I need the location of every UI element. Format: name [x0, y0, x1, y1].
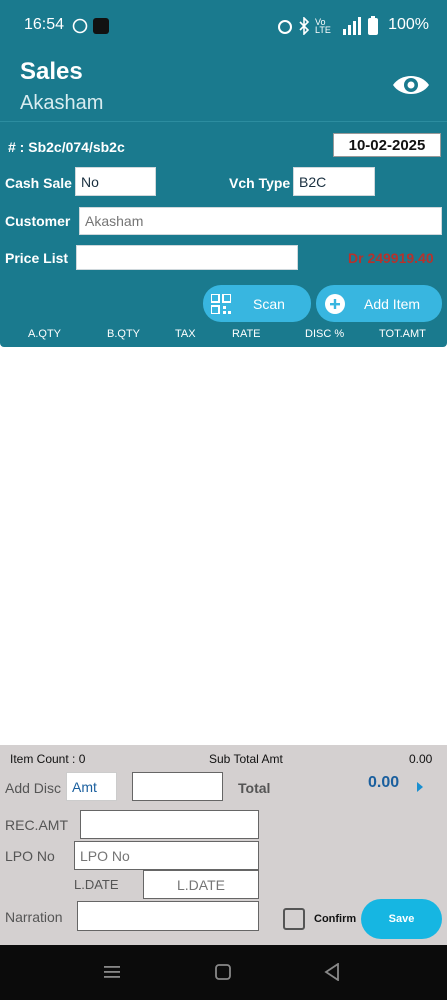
rec-amt-label: REC.AMT — [5, 817, 68, 833]
narration-label: Narration — [5, 909, 63, 925]
sub-total-value: 0.00 — [409, 752, 433, 766]
column-header-rate: RATE — [232, 328, 261, 340]
app-notification-icon — [93, 18, 109, 34]
vch-type-label: Vch Type — [229, 175, 291, 191]
item-count: Item Count : 0 — [10, 752, 86, 766]
status-time: 16:54 — [24, 16, 65, 33]
home-icon[interactable] — [215, 964, 231, 980]
add-item-label: Add Item — [364, 295, 421, 312]
column-header-tax: TAX — [175, 328, 196, 340]
scan-label: Scan — [253, 295, 285, 312]
scan-button[interactable]: Scan — [203, 285, 311, 322]
total-label: Total — [238, 780, 271, 796]
lpo-no-label: LPO No — [5, 848, 55, 864]
column-header-disc: DISC % — [305, 328, 345, 340]
whatsapp-icon — [72, 18, 88, 34]
eye-icon[interactable] — [391, 70, 431, 100]
l-date-label: L.DATE — [74, 877, 119, 892]
navigation-bar — [0, 945, 447, 1000]
bluetooth-icon — [299, 17, 310, 35]
status-bar: 16:54 Vo LTE 100% — [0, 0, 447, 52]
confirm-checkbox[interactable] — [283, 908, 305, 930]
cash-sale-select[interactable]: No — [75, 167, 156, 196]
price-list-field[interactable] — [76, 245, 298, 270]
back-icon[interactable] — [324, 963, 340, 981]
signal-icon — [343, 17, 361, 35]
customer-label: Customer — [5, 213, 71, 229]
rec-amt-input[interactable] — [80, 810, 259, 839]
items-list — [0, 347, 447, 745]
disc-type-select[interactable]: Amt — [66, 772, 117, 801]
column-header-tot-amt: TOT.AMT — [379, 328, 426, 340]
divider — [0, 121, 447, 122]
recent-apps-icon[interactable] — [104, 965, 120, 979]
lpo-no-input[interactable] — [74, 841, 259, 870]
column-header-a-qty: A.QTY — [28, 328, 62, 340]
sub-total-label: Sub Total Amt — [209, 752, 283, 766]
battery-percentage: 100% — [388, 16, 429, 33]
page-title: Sales — [20, 58, 83, 85]
save-button[interactable]: Save — [361, 899, 442, 939]
customer-input[interactable] — [79, 207, 442, 235]
confirm-label: Confirm — [314, 913, 357, 925]
page-subtitle: Akasham — [20, 92, 104, 114]
l-date-input[interactable] — [143, 870, 259, 899]
column-header-b-qty: B.QTY — [107, 328, 141, 340]
volte-icon: Vo LTE — [315, 17, 331, 35]
alarm-icon — [278, 20, 292, 34]
total-value: 0.00 — [368, 774, 400, 791]
balance-amount: Dr 249919.40 — [348, 250, 434, 266]
date-field[interactable]: 10-02-2025 — [333, 133, 441, 157]
add-item-button[interactable]: Add Item — [316, 285, 442, 322]
voucher-number: # : Sb2c/074/sb2c — [8, 139, 125, 155]
cash-sale-label: Cash Sale — [5, 175, 72, 191]
vch-type-select[interactable]: B2C — [293, 167, 375, 196]
add-disc-label: Add Disc — [5, 780, 62, 796]
caret-right-icon[interactable] — [416, 781, 424, 793]
disc-amount-input[interactable] — [132, 772, 223, 801]
qr-code-icon — [211, 293, 231, 314]
narration-input[interactable] — [77, 901, 259, 931]
battery-icon — [368, 16, 378, 35]
price-list-label: Price List — [5, 250, 69, 266]
plus-circle-icon — [325, 293, 345, 314]
